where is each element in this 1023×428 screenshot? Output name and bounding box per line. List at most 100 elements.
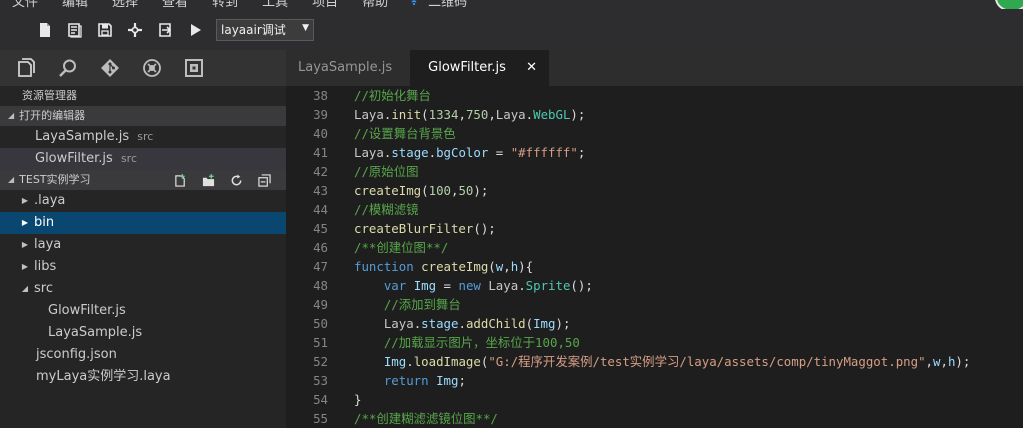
code-line[interactable]: 52 Img.loadImage("G:/程序开发案例/test实例学习/lay… (286, 352, 1023, 371)
code-token: return (383, 373, 429, 388)
search-icon[interactable] (56, 52, 98, 84)
open-editors-header[interactable]: ◢ 打开的编辑器 (0, 106, 286, 126)
code-token: ; (577, 145, 586, 160)
code-line[interactable]: 54} (286, 390, 1023, 409)
debug-icon[interactable] (140, 52, 182, 84)
new-file-icon[interactable] (30, 15, 60, 45)
tree-file-jsconfig[interactable]: jsconfig.json (0, 344, 286, 366)
code-text: } (328, 390, 361, 409)
code-line[interactable]: 47 function createImg(w,h){ (286, 257, 1023, 276)
tab-glowfilter[interactable]: GlowFilter.js ✕ (410, 50, 549, 86)
chevron-right-icon: ▶ (21, 196, 29, 205)
tree-item-label: laya (34, 237, 62, 252)
tree-folder-laya[interactable]: ▶ laya (0, 234, 286, 256)
open-editor-name: GlowFilter.js (35, 151, 113, 166)
code-text: Laya.stage.addChild(Img); (328, 314, 571, 333)
code-text: //初始化舞台 (328, 86, 431, 105)
line-number: 45 (313, 221, 328, 236)
run-icon[interactable] (180, 15, 210, 45)
tree-file-glowfilter[interactable]: GlowFilter.js (0, 300, 286, 322)
new-folder-icon[interactable] (194, 170, 222, 190)
code-line[interactable]: 42 //原始位图 (286, 162, 1023, 181)
activity-bar (0, 50, 286, 86)
tree-file-layasample[interactable]: LayaSample.js (0, 322, 286, 344)
project-header[interactable]: ◢ TEST实例学习 (0, 170, 286, 190)
tree-folder-bin[interactable]: ▶ bin (0, 212, 286, 234)
code-token: //设置舞台背景色 (354, 126, 456, 141)
code-line[interactable]: 41 Laya.stage.bgColor = "#ffffff"; (286, 143, 1023, 162)
line-number: 47 (313, 259, 328, 274)
export-icon[interactable] (150, 15, 180, 45)
tab-layasample[interactable]: LayaSample.js (286, 50, 405, 86)
code-text: Laya.init(1334,750,Laya.WebGL); (328, 105, 585, 124)
code-token: Laya (383, 316, 414, 331)
open-editor-item[interactable]: LayaSample.js src (0, 126, 286, 148)
save-icon[interactable] (90, 15, 120, 45)
code-token: new (458, 278, 481, 293)
code-line[interactable]: 55 /**创建糊滤滤镜位图**/ (286, 409, 1023, 428)
line-number: 54 (313, 392, 328, 407)
chevron-down-icon: ▼ (302, 22, 309, 33)
editor-tabs: LayaSample.js GlowFilter.js ✕ (286, 50, 1023, 86)
code-token: WebGL (533, 107, 571, 122)
code-line[interactable]: 53 return Img; (286, 371, 1023, 390)
chevron-down-icon: ◢ (8, 175, 15, 184)
code-token: addChild (465, 316, 526, 331)
line-number: 50 (313, 316, 328, 331)
code-line[interactable]: 46 /**创建位图**/ (286, 238, 1023, 257)
code-line[interactable]: 51 //加载显示图片，坐标位于100,50 (286, 333, 1023, 352)
code-token: "G:/程序开发案例/test实例学习/laya/assets/comp/tin… (488, 354, 926, 369)
code-token: , (503, 259, 511, 274)
line-number: 55 (313, 411, 328, 426)
code-text: Img.loadImage("G:/程序开发案例/test实例学习/laya/a… (328, 352, 970, 371)
code-line[interactable]: 48 var Img = new Laya.Sprite(); (286, 276, 1023, 295)
code-token: ); (473, 183, 489, 198)
code-token: Laya (354, 107, 384, 122)
code-token: //加载显示图片，坐标位于100,50 (383, 335, 580, 350)
code-line[interactable]: 45 createBlurFilter(); (286, 219, 1023, 238)
code-token: Laya (495, 107, 526, 122)
git-icon[interactable] (98, 52, 140, 84)
extensions-icon[interactable] (182, 52, 224, 84)
tree-folder-libs[interactable]: ▶ libs (0, 256, 286, 278)
code-token: } (354, 392, 362, 407)
close-icon[interactable]: ✕ (526, 60, 537, 75)
code-token: = (436, 278, 459, 293)
tree-folder-src[interactable]: ◢ src (0, 278, 286, 300)
open-editor-item-active[interactable]: GlowFilter.js src (0, 148, 286, 170)
debug-config-select[interactable]: layaair调试 ▼ (216, 18, 314, 41)
code-token: Img (533, 316, 556, 331)
line-number: 42 (313, 164, 328, 179)
code-line[interactable]: 38 //初始化舞台 (286, 86, 1023, 105)
refresh-icon[interactable] (222, 170, 250, 190)
code-line[interactable]: 50 Laya.stage.addChild(Img); (286, 314, 1023, 333)
collapse-all-icon[interactable] (250, 170, 278, 190)
open-editors-label: 打开的编辑器 (19, 109, 86, 122)
code-token: . (406, 354, 414, 369)
tree-folder-laya-hidden[interactable]: ▶ .laya (0, 190, 286, 212)
tree-item-label: libs (34, 259, 57, 274)
code-line[interactable]: 39 Laya.init(1334,750,Laya.WebGL); (286, 105, 1023, 124)
chevron-right-icon: ▶ (21, 262, 29, 271)
compile-icon[interactable] (120, 15, 150, 45)
new-file-icon[interactable] (166, 170, 194, 190)
code-token: ( (488, 259, 496, 274)
code-line[interactable]: 43 createImg(100,50); (286, 181, 1023, 200)
explorer-icon[interactable] (14, 52, 56, 84)
code-token: 750 (465, 107, 489, 122)
code-line[interactable]: 49 //添加到舞台 (286, 295, 1023, 314)
line-number: 51 (313, 335, 328, 350)
code-token: ); (570, 107, 586, 122)
open-file-icon[interactable] (60, 15, 90, 45)
code-editor[interactable]: 38//初始化舞台 39 Laya.init(1334,750,Laya.WebGL… (286, 86, 1023, 428)
code-line[interactable]: 40 //设置舞台背景色 (286, 124, 1023, 143)
tree-file-mylaya[interactable]: myLaya实例学习.laya (0, 366, 286, 388)
chevron-right-icon: ▶ (21, 240, 29, 249)
code-token: init (391, 107, 422, 122)
code-token: /**创建位图**/ (354, 240, 449, 255)
debug-config-value: layaair调试 (221, 23, 286, 37)
code-line[interactable]: 44 //模糊滤镜 (286, 200, 1023, 219)
